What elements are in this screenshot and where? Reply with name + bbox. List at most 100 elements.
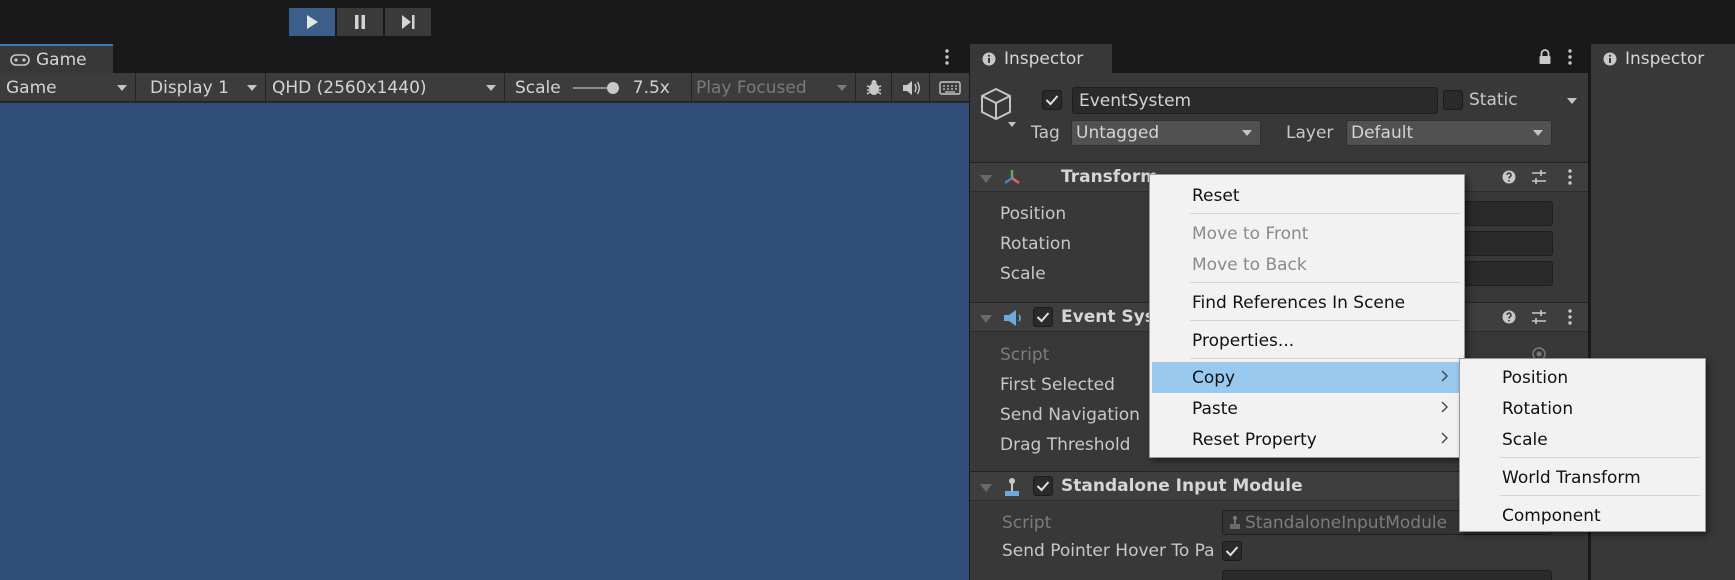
display-dropdown-label: Display 1 xyxy=(150,77,229,98)
game-view[interactable] xyxy=(0,103,969,580)
layer-dropdown[interactable]: Default xyxy=(1346,120,1552,146)
presets-icon[interactable] xyxy=(1531,169,1547,185)
game-panel-menu-icon[interactable] xyxy=(944,48,950,66)
transform-foldout-icon[interactable] xyxy=(980,175,992,183)
menu-item-copy-label: Copy xyxy=(1192,367,1236,388)
menu-item-move-to-back-label: Move to Back xyxy=(1192,254,1307,275)
menu-separator xyxy=(1190,358,1460,359)
tab-inspector-2[interactable]: Inspector xyxy=(1591,44,1735,73)
scale-control[interactable]: Scale 7.5x xyxy=(505,73,692,102)
speaker-icon xyxy=(901,79,921,97)
pause-button[interactable] xyxy=(337,8,383,36)
view-dropdown-label: Game xyxy=(6,77,57,98)
tab-game-label: Game xyxy=(36,49,87,70)
tag-label: Tag xyxy=(1031,123,1060,143)
joystick-icon xyxy=(1003,477,1021,497)
play-mode-dropdown-label: Play Focused xyxy=(696,77,807,98)
tag-dropdown[interactable]: Untagged xyxy=(1071,120,1261,146)
resolution-dropdown[interactable]: QHD (2560x1440) xyxy=(266,73,505,102)
submenu-item-component[interactable]: Component xyxy=(1462,500,1703,531)
view-dropdown[interactable]: Game xyxy=(0,73,136,102)
menu-separator xyxy=(1500,457,1700,458)
menu-item-copy[interactable]: Copy xyxy=(1152,362,1462,393)
send-pointer-hover-label: Send Pointer Hover To Pa xyxy=(1002,541,1215,561)
object-name-value: EventSystem xyxy=(1079,90,1192,111)
object-name-field[interactable]: EventSystem xyxy=(1072,87,1438,114)
play-mode-dropdown[interactable]: Play Focused xyxy=(692,73,856,102)
display-dropdown[interactable]: Display 1 xyxy=(136,73,266,102)
menu-item-properties-label: Properties... xyxy=(1192,330,1295,351)
transform-title: Transform xyxy=(1061,167,1158,187)
info-icon xyxy=(1603,52,1617,66)
submenu-item-rotation[interactable]: Rotation xyxy=(1462,393,1703,424)
menu-item-reset[interactable]: Reset xyxy=(1152,180,1462,211)
presets-icon[interactable] xyxy=(1531,309,1547,325)
menu-item-find-references[interactable]: Find References In Scene xyxy=(1152,287,1462,318)
drag-threshold-label: Drag Threshold xyxy=(1000,435,1131,455)
copy-submenu: Position Rotation Scale World Transform … xyxy=(1459,358,1706,532)
tab-inspector-2-label: Inspector xyxy=(1625,48,1705,69)
game-control-bar: Game Display 1 QHD (2560x1440) Scale 7.5… xyxy=(0,73,969,102)
event-system-foldout-icon[interactable] xyxy=(980,315,992,323)
position-label: Position xyxy=(1000,204,1067,224)
scale-slider-thumb[interactable] xyxy=(606,81,619,94)
standalone-enabled-checkbox[interactable] xyxy=(1033,476,1053,496)
megaphone-icon xyxy=(1002,308,1024,328)
gameobject-icon[interactable] xyxy=(980,86,1018,128)
transform-menu-icon[interactable] xyxy=(1567,168,1573,186)
tab-inspector-label: Inspector xyxy=(1004,48,1084,69)
standalone-title: Standalone Input Module xyxy=(1061,476,1303,496)
submenu-item-position[interactable]: Position xyxy=(1462,362,1703,393)
transform-icon xyxy=(1002,168,1022,188)
bug-icon xyxy=(864,78,884,98)
resolution-dropdown-label: QHD (2560x1440) xyxy=(272,77,427,98)
info-icon xyxy=(982,52,996,66)
scale-value: 7.5x xyxy=(632,77,670,98)
horizontal-axis-field[interactable] xyxy=(1222,570,1552,580)
play-button[interactable] xyxy=(289,8,335,36)
step-button[interactable] xyxy=(385,8,431,36)
scale-row-label: Scale xyxy=(1000,264,1046,284)
help-icon[interactable] xyxy=(1502,170,1516,184)
static-dropdown-arrow-icon[interactable] xyxy=(1567,98,1577,104)
submenu-item-scale[interactable]: Scale xyxy=(1462,424,1703,455)
tag-value: Untagged xyxy=(1076,123,1160,143)
top-toolbar xyxy=(0,0,1735,44)
send-pointer-hover-checkbox[interactable] xyxy=(1222,541,1242,561)
menu-item-move-to-back: Move to Back xyxy=(1152,249,1462,280)
event-system-enabled-checkbox[interactable] xyxy=(1033,307,1053,327)
layer-label: Layer xyxy=(1286,123,1334,143)
layer-value: Default xyxy=(1351,123,1414,143)
submenu-item-position-label: Position xyxy=(1502,367,1569,388)
inspector2-tab-bar: Inspector xyxy=(1591,44,1735,73)
help-icon[interactable] xyxy=(1502,310,1516,324)
event-system-menu-icon[interactable] xyxy=(1567,308,1573,326)
static-label: Static xyxy=(1469,90,1518,110)
submenu-arrow-icon xyxy=(1440,370,1448,382)
menu-item-properties[interactable]: Properties... xyxy=(1152,325,1462,356)
send-navigation-label: Send Navigation xyxy=(1000,405,1140,425)
submenu-item-world-transform[interactable]: World Transform xyxy=(1462,462,1703,493)
menu-item-reset-label: Reset xyxy=(1192,185,1240,206)
active-checkbox[interactable] xyxy=(1042,90,1062,110)
play-icon xyxy=(305,14,319,30)
rotation-label: Rotation xyxy=(1000,234,1072,254)
menu-item-paste-label: Paste xyxy=(1192,398,1238,419)
submenu-arrow-icon xyxy=(1440,432,1448,444)
keyboard-button[interactable] xyxy=(930,73,969,102)
lock-icon[interactable] xyxy=(1538,49,1552,65)
menu-item-reset-property[interactable]: Reset Property xyxy=(1152,424,1462,455)
mute-audio-button[interactable] xyxy=(892,73,930,102)
scale-slider[interactable] xyxy=(572,81,619,94)
stats-button[interactable] xyxy=(856,73,892,102)
inspector-menu-icon[interactable] xyxy=(1567,48,1573,66)
standalone-foldout-icon[interactable] xyxy=(980,484,992,492)
menu-item-paste[interactable]: Paste xyxy=(1152,393,1462,424)
first-selected-label: First Selected xyxy=(1000,375,1115,395)
menu-separator xyxy=(1190,320,1460,321)
tab-inspector[interactable]: Inspector xyxy=(970,44,1112,73)
menu-item-move-to-front: Move to Front xyxy=(1152,218,1462,249)
event-system-script-label: Script xyxy=(1000,345,1050,365)
static-checkbox[interactable] xyxy=(1443,90,1463,110)
tab-game[interactable]: Game xyxy=(0,44,113,73)
